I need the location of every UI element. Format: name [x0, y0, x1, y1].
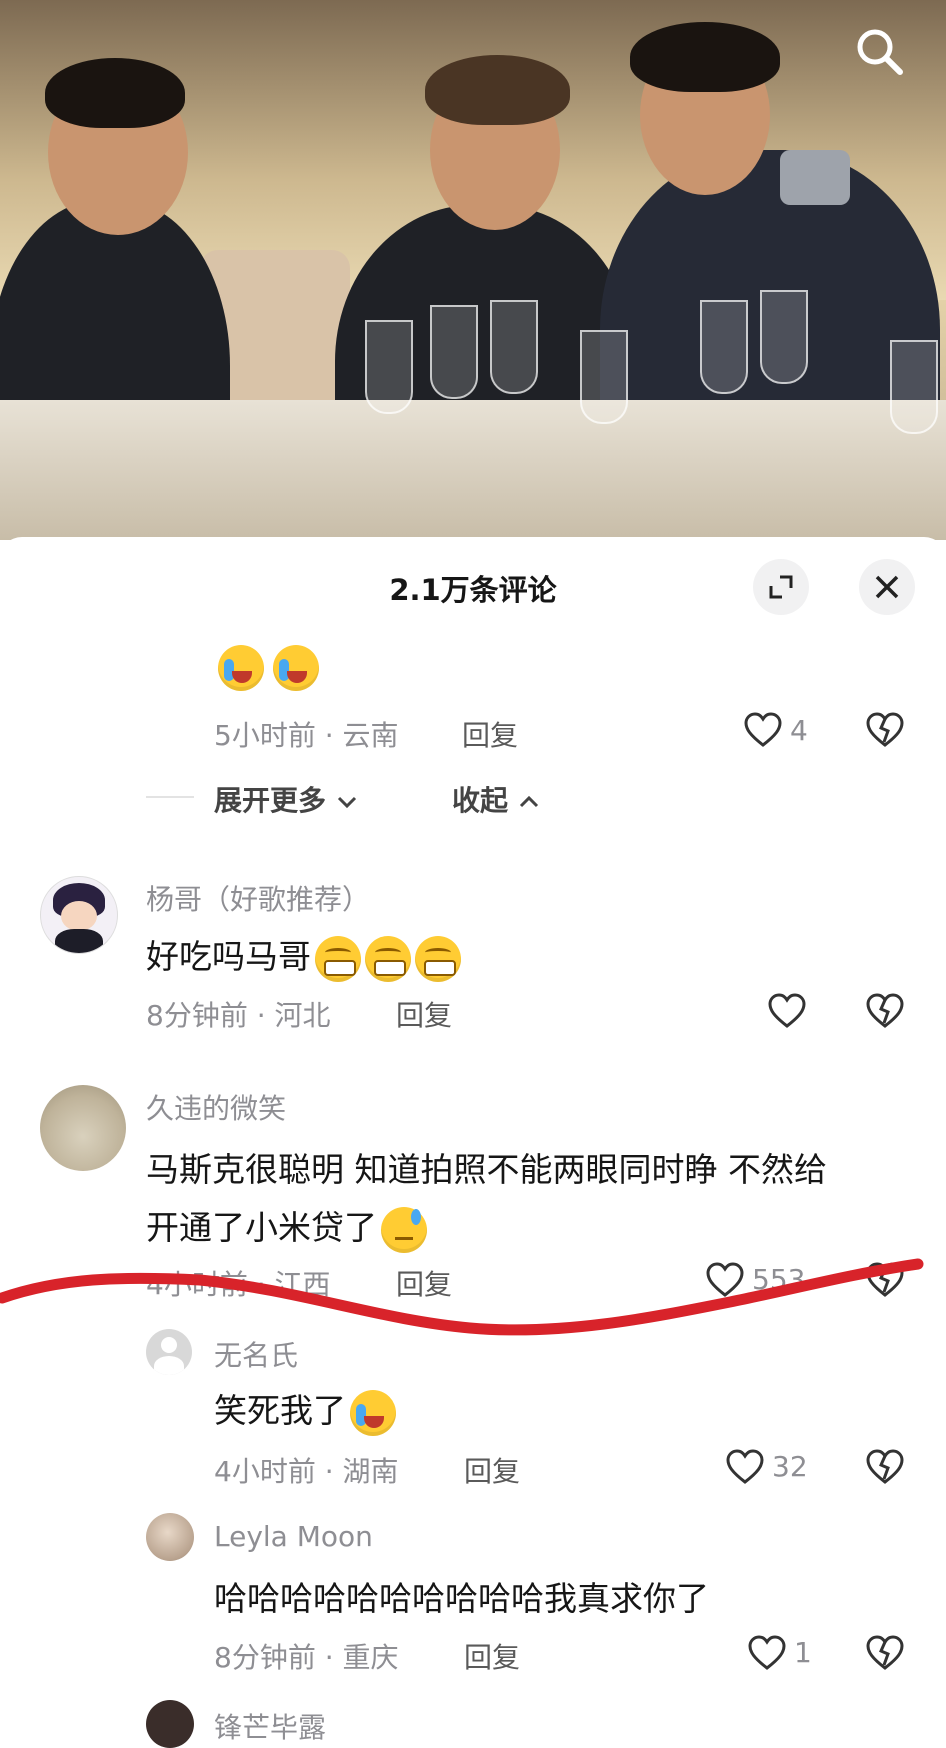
person-right-hair — [630, 22, 780, 92]
person-center-hair — [425, 55, 570, 125]
comment-text: 好吃吗马哥 — [146, 930, 461, 982]
avatar-face — [61, 901, 97, 931]
comment-reply-button[interactable]: 回复 — [396, 994, 452, 1034]
person-left-hair — [45, 58, 185, 128]
reply-meta: 4小时前 · 湖南 — [214, 1455, 399, 1488]
reply-username[interactable]: 锋芒毕露 — [214, 1706, 326, 1746]
heart-icon — [726, 1449, 764, 1484]
thread-divider — [146, 796, 194, 798]
reply-like-button[interactable] — [748, 1635, 788, 1671]
heart-icon — [768, 993, 806, 1028]
red-annotation-stroke — [0, 1258, 924, 1336]
wine-glass — [490, 300, 538, 394]
wine-glass — [430, 305, 478, 399]
grinning-emoji — [415, 935, 461, 982]
grinning-emoji — [365, 935, 411, 982]
prev-reply-meta: 5小时前 · 云南 — [214, 719, 399, 752]
comment-meta: 8分钟前 · 河北 — [146, 999, 331, 1032]
grinning-emoji — [315, 935, 361, 982]
reply-text: 哈哈哈哈哈哈哈哈哈哈我真求你了 — [214, 1579, 709, 1618]
reply-text-content: 笑死我了 — [214, 1391, 346, 1430]
prev-reply-reply-button[interactable]: 回复 — [462, 714, 518, 754]
chevron-down-icon — [337, 796, 356, 809]
prev-reply-dislike-button[interactable] — [866, 712, 906, 748]
wine-glass — [700, 300, 748, 394]
broken-heart-icon — [866, 1635, 904, 1670]
reply-like-count: 1 — [794, 1636, 812, 1669]
broken-heart-icon — [866, 712, 904, 747]
broken-heart-icon — [866, 1449, 904, 1484]
avatar[interactable] — [40, 1085, 126, 1171]
prev-reply-emojis — [214, 645, 320, 691]
video-frame[interactable] — [0, 0, 946, 540]
avatar-default-body — [154, 1356, 184, 1375]
reply-reply-button[interactable]: 回复 — [464, 1450, 520, 1490]
expand-more-button[interactable]: 展开更多 — [214, 779, 358, 819]
wine-glass — [890, 340, 938, 434]
comment-like-button[interactable] — [768, 993, 808, 1029]
comment-text-line1: 马斯克很聪明 知道拍照不能两眼同时睁 不然给 — [146, 1150, 827, 1189]
chevron-up-icon — [519, 795, 538, 808]
heart-icon — [748, 1635, 786, 1670]
comment-username[interactable]: 杨哥（好歌推荐） — [146, 878, 370, 918]
dining-table — [0, 400, 946, 540]
prev-reply-like-count: 4 — [790, 714, 808, 747]
search-icon — [857, 29, 903, 75]
broken-heart-icon — [866, 993, 904, 1028]
crying-laughing-emoji — [218, 645, 264, 691]
reply-dislike-button[interactable] — [866, 1635, 906, 1671]
avatar[interactable] — [40, 876, 118, 954]
comment-text-content: 好吃吗马哥 — [146, 937, 311, 976]
comment-dislike-button[interactable] — [866, 993, 906, 1029]
wine-glass — [760, 290, 808, 384]
crying-laughing-emoji — [273, 645, 320, 691]
comment-username[interactable]: 久违的微笑 — [146, 1087, 286, 1127]
heart-icon — [744, 712, 782, 747]
avatar-body — [55, 929, 103, 953]
expand-icon — [769, 575, 793, 599]
prev-reply-like-button[interactable] — [744, 712, 784, 748]
expand-button[interactable] — [753, 559, 809, 615]
search-button[interactable] — [850, 22, 910, 82]
wine-glass — [580, 330, 628, 424]
reply-reply-button[interactable]: 回复 — [464, 1636, 520, 1676]
reply-text: 笑死我了 — [214, 1384, 396, 1436]
reply-like-count: 32 — [772, 1450, 808, 1483]
collapse-label: 收起 — [452, 784, 509, 817]
expand-more-label: 展开更多 — [214, 784, 327, 817]
avatar[interactable] — [146, 1513, 194, 1561]
close-button[interactable] — [859, 559, 915, 615]
wine-glass — [365, 320, 413, 414]
close-icon — [875, 575, 899, 599]
avatar[interactable] — [146, 1700, 194, 1748]
collapse-button[interactable]: 收起 — [452, 779, 540, 819]
reply-like-button[interactable] — [726, 1449, 766, 1485]
reply-dislike-button[interactable] — [866, 1449, 906, 1485]
reply-meta: 8分钟前 · 重庆 — [214, 1641, 399, 1674]
phone — [780, 150, 850, 205]
crying-laughing-emoji — [350, 1389, 396, 1436]
reply-username[interactable]: Leyla Moon — [214, 1520, 373, 1553]
